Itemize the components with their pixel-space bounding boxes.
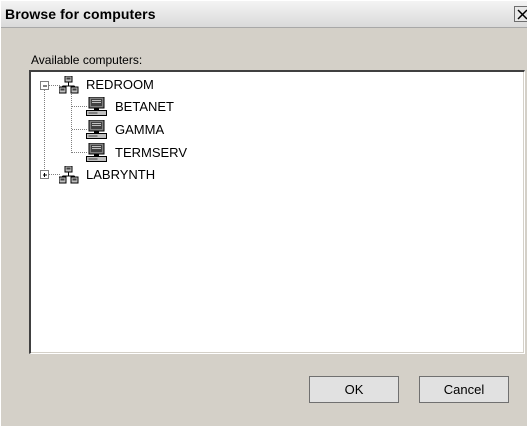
collapse-toggle[interactable] <box>40 81 49 90</box>
plus-icon <box>43 173 47 177</box>
tree-node-labrynth[interactable]: LABRYNTH <box>31 166 231 184</box>
tree-node-redroom[interactable]: REDROOM <box>31 76 231 94</box>
available-computers-label: Available computers: <box>31 53 143 67</box>
expand-toggle[interactable] <box>40 170 49 179</box>
tree-node-label: BETANET <box>115 99 174 114</box>
minus-icon <box>43 85 47 87</box>
tree-node-label: LABRYNTH <box>86 167 156 182</box>
computer-tree[interactable]: REDROOM BETANET GAMMA TERMSERV LABRYNTH <box>29 70 525 354</box>
computer-icon <box>86 143 107 162</box>
computer-icon <box>86 120 107 139</box>
dialog-title: Browse for computers <box>5 6 156 22</box>
tree-node-label: GAMMA <box>115 122 165 137</box>
tree-node-label: REDROOM <box>86 77 154 92</box>
tree-node-label: TERMSERV <box>115 145 187 160</box>
browse-computers-dialog: Browse for computers Available computers… <box>0 0 527 426</box>
tree-node-gamma[interactable]: GAMMA <box>31 120 231 139</box>
network-group-icon <box>59 76 79 94</box>
tree-node-termserv[interactable]: TERMSERV <box>31 143 231 162</box>
network-group-icon <box>59 166 79 184</box>
tree-node-betanet[interactable]: BETANET <box>31 97 231 116</box>
close-button[interactable] <box>514 6 527 22</box>
ok-button[interactable]: OK <box>309 376 399 403</box>
computer-icon <box>86 97 107 116</box>
close-icon <box>517 9 527 20</box>
title-bar[interactable]: Browse for computers <box>1 1 527 28</box>
cancel-button[interactable]: Cancel <box>419 376 509 403</box>
